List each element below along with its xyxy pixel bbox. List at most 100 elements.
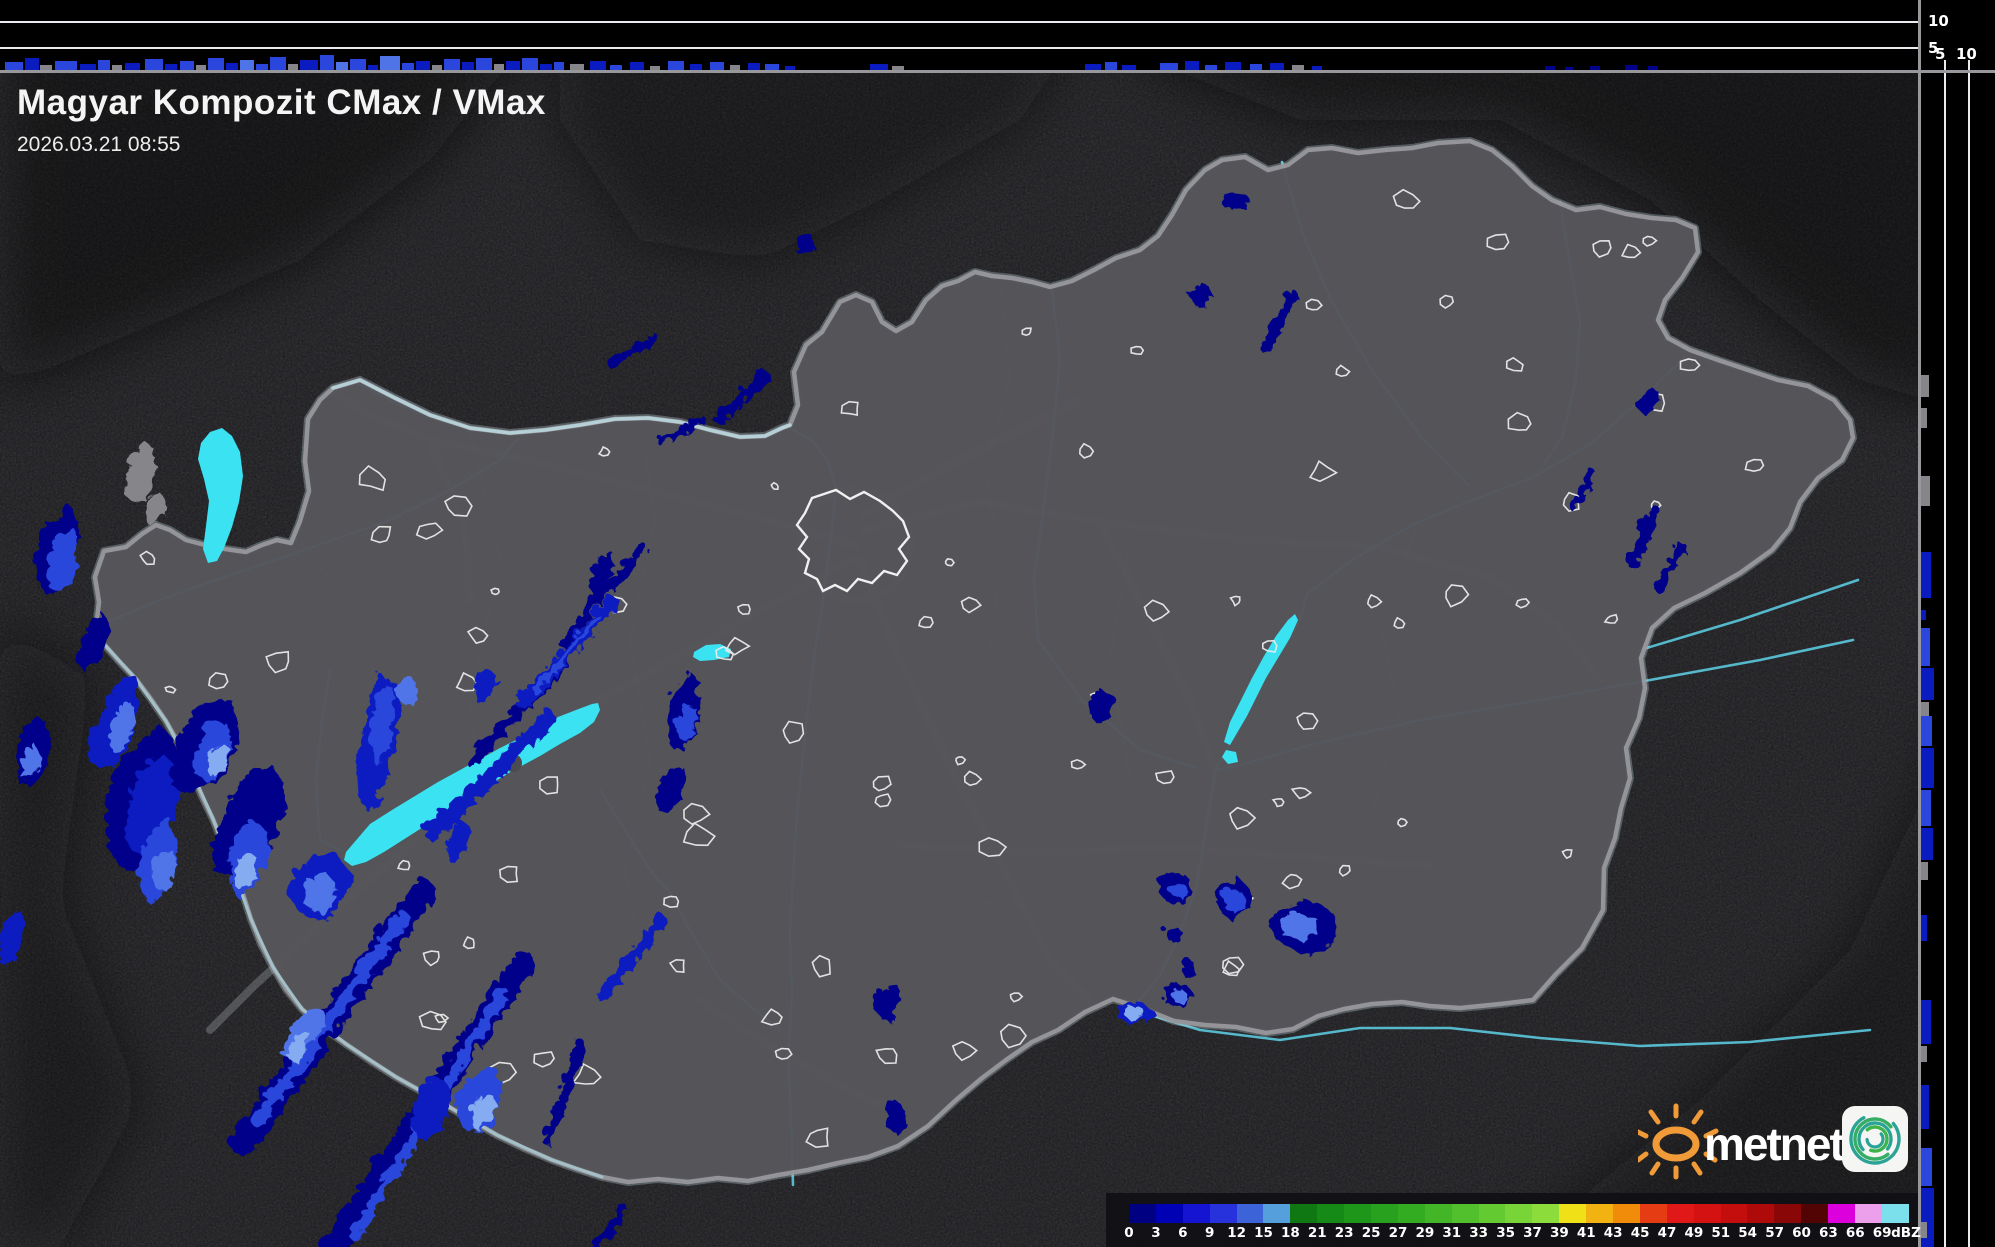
vmax-right-seg	[1921, 790, 1931, 826]
dbz-cell-16	[1559, 1204, 1587, 1223]
echo-blob	[1179, 957, 1194, 975]
dbz-tick-29: 29	[1415, 1225, 1435, 1241]
dbz-cell-13	[1478, 1204, 1506, 1223]
vmax-top-seg	[416, 61, 430, 70]
echo-blob	[1222, 886, 1242, 910]
dbz-tick-47: 47	[1657, 1225, 1677, 1241]
vmax-right-seg	[1921, 552, 1931, 598]
radar-map	[0, 0, 1995, 1247]
vmax-top-seg	[476, 58, 492, 70]
vmax-right-seg	[1921, 702, 1929, 716]
dbz-tick-49: 49	[1684, 1225, 1704, 1241]
vmax-right-seg	[1921, 408, 1927, 428]
vmax-top-seg	[610, 65, 622, 70]
dbz-cell-0	[1129, 1204, 1156, 1223]
vmax-top-seg	[506, 61, 520, 70]
dbz-tick-39: 39	[1549, 1225, 1569, 1241]
vmax-right-seg	[1921, 1222, 1927, 1238]
vmax-top-seg	[1545, 66, 1555, 70]
dbz-tick-labels: 0 3 6 9 12 15 18 21 23 25 27 29 31 33 35 37 39 41 43 45 47 49…	[1106, 1225, 1921, 1243]
vmax-top-seg	[256, 64, 268, 70]
dbz-tick-23: 23	[1334, 1225, 1354, 1241]
dbz-tick-31: 31	[1442, 1225, 1462, 1241]
vmax-right-seg	[1921, 668, 1934, 700]
vmax-top-seg	[748, 63, 760, 70]
vmax-right-seg	[1921, 1046, 1927, 1062]
echo-blob	[1162, 924, 1179, 938]
dbz-tick-66: 66	[1845, 1225, 1865, 1241]
vmax-top-seg	[320, 55, 334, 70]
vmax-top-seg	[208, 58, 224, 70]
dbz-cell-14	[1505, 1204, 1533, 1223]
right-panel-tick-10km: 10	[1956, 45, 1977, 63]
vmax-top-seg	[462, 62, 474, 70]
dbz-cell-5	[1263, 1204, 1291, 1223]
vmax-top-echoes	[0, 0, 1918, 70]
dbz-tick-9: 9	[1204, 1225, 1215, 1241]
title-block: Magyar Kompozit CMax / VMax 2026.03.21 0…	[17, 83, 546, 157]
dbz-tick-57: 57	[1765, 1225, 1784, 1241]
dbz-cell-20	[1666, 1204, 1694, 1223]
vmax-top-seg	[1270, 63, 1284, 70]
vmax-top-seg	[730, 65, 740, 70]
dbz-unit-label: dBZ	[1891, 1225, 1921, 1241]
vmax-right-panel	[1918, 73, 1995, 1247]
vmax-right-seg	[1921, 476, 1930, 506]
dbz-cell-25	[1801, 1204, 1829, 1223]
dbz-cell-22	[1720, 1204, 1748, 1223]
dbz-tick-60: 60	[1792, 1225, 1811, 1241]
dbz-cell-28	[1881, 1204, 1909, 1223]
echo-blob	[1167, 879, 1185, 896]
dbz-cell-12	[1451, 1204, 1479, 1223]
vmax-top-seg	[1205, 65, 1217, 70]
dbz-tick-35: 35	[1496, 1225, 1515, 1241]
echo-blob	[793, 231, 812, 254]
vmax-top-seg	[690, 64, 702, 70]
metnet-wordmark: metnet	[1704, 1118, 1844, 1170]
dbz-tick-69: 69	[1872, 1225, 1892, 1241]
dbz-cell-9	[1371, 1204, 1398, 1223]
vmax-top-seg	[165, 64, 177, 70]
vmax-top-seg	[630, 62, 644, 70]
vmax-top-seg	[1225, 62, 1241, 70]
vmax-right-seg	[1921, 862, 1928, 880]
vmax-top-seg	[522, 58, 538, 70]
dbz-tick-45: 45	[1630, 1225, 1650, 1241]
vmax-right-seg	[1921, 828, 1933, 860]
vmax-right-seg	[1921, 375, 1929, 397]
vmax-right-echoes	[1921, 73, 1995, 1247]
dbz-tick-54: 54	[1738, 1225, 1758, 1241]
dbz-tick-43: 43	[1603, 1225, 1623, 1241]
vmax-top-seg	[5, 62, 23, 70]
vmax-top-seg	[55, 61, 77, 70]
dbz-tick-25: 25	[1361, 1225, 1381, 1241]
radar-composite-viewer: 10 5 5 10 Magyar Kompozit CMax / VMax 20…	[0, 0, 1995, 1247]
vmax-top-seg	[570, 64, 584, 70]
vmax-top-seg	[402, 63, 414, 70]
vmax-top-seg	[40, 65, 52, 70]
dbz-tick-0: 0	[1124, 1225, 1134, 1241]
dbz-cell-6	[1290, 1204, 1318, 1223]
vmax-top-seg	[668, 61, 684, 70]
vmax-top-seg	[180, 61, 194, 70]
vmax-top-seg	[1185, 61, 1199, 70]
dbz-cell-18	[1613, 1204, 1640, 1223]
echo-blob	[302, 871, 334, 911]
vmax-top-seg	[98, 60, 110, 70]
vmax-top-seg	[1565, 67, 1573, 70]
vmax-top-seg	[380, 56, 400, 70]
vmax-top-seg	[350, 59, 366, 70]
timestamp: 2026.03.21 08:55	[17, 132, 181, 156]
dbz-cell-3	[1209, 1204, 1237, 1223]
dbz-cell-1	[1155, 1204, 1183, 1223]
panel-corner-divider	[1918, 0, 1921, 70]
vmax-top-seg	[1160, 63, 1178, 70]
dbz-cell-4	[1236, 1204, 1264, 1223]
metnet-logo: metnet	[1633, 1103, 1908, 1180]
dbz-cell-23	[1747, 1204, 1775, 1223]
vmax-top-seg	[1250, 64, 1262, 70]
dbz-tick-33: 33	[1469, 1225, 1489, 1241]
vmax-top-seg	[650, 66, 660, 70]
dbz-tick-51: 51	[1711, 1225, 1731, 1241]
page-title: Magyar Kompozit CMax / VMax	[17, 83, 546, 122]
